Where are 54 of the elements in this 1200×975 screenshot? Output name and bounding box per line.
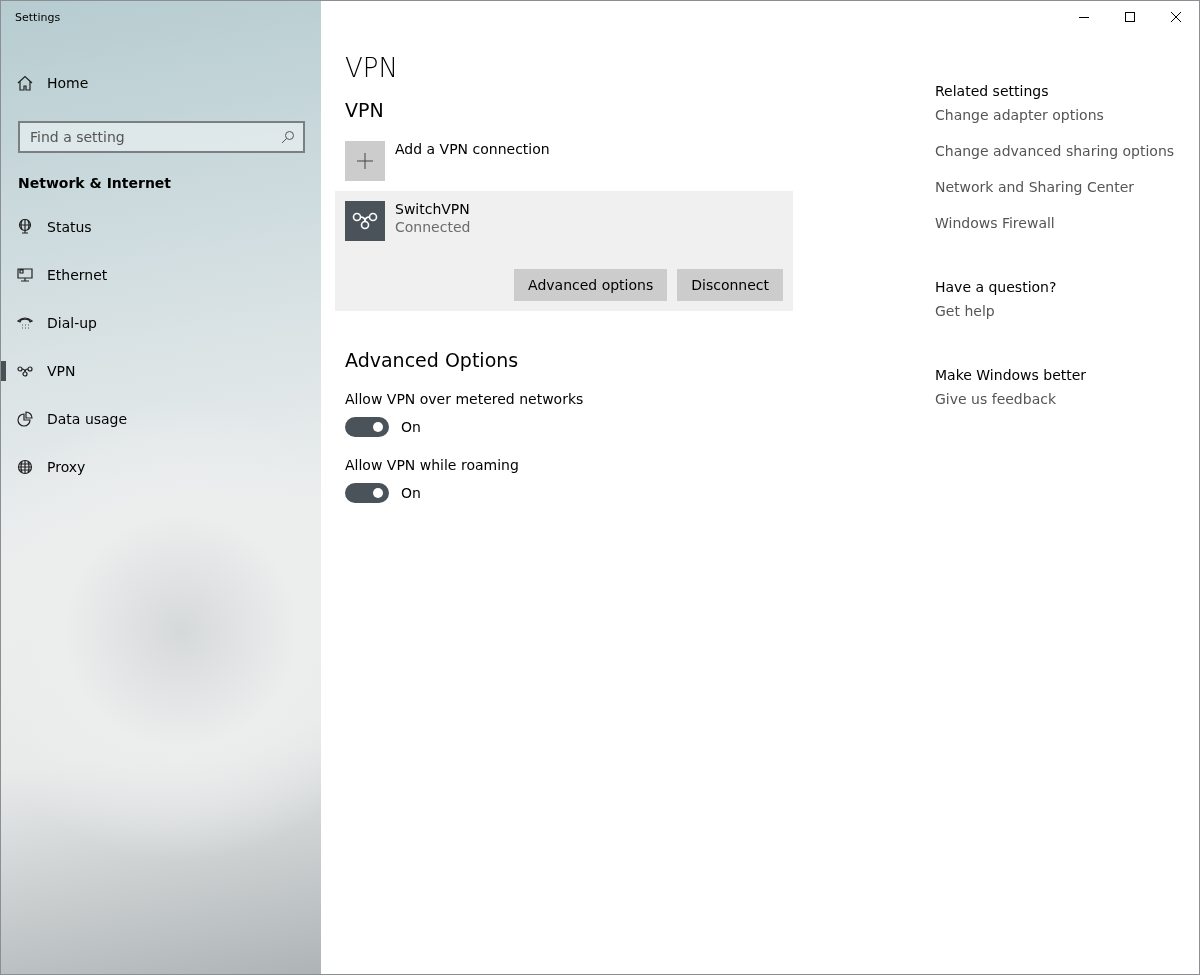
home-icon bbox=[17, 75, 33, 91]
related-link[interactable]: Windows Firewall bbox=[935, 215, 1195, 231]
nav-item[interactable]: Ethernet bbox=[1, 251, 321, 299]
vpn-icon bbox=[17, 363, 33, 379]
toggle-state: On bbox=[401, 485, 421, 501]
search-field[interactable]: Find a setting bbox=[18, 121, 305, 153]
home-label: Home bbox=[47, 75, 89, 91]
toggle-state: On bbox=[401, 419, 421, 435]
toggle-label: Allow VPN over metered networks bbox=[345, 391, 585, 407]
nav-label: Proxy bbox=[47, 459, 86, 475]
related-heading: Related settings bbox=[935, 83, 1050, 99]
toggle-switch[interactable] bbox=[345, 483, 389, 503]
globe-icon bbox=[17, 459, 33, 475]
nav-item[interactable]: Data usage bbox=[1, 395, 321, 443]
section-heading: VPN bbox=[345, 99, 385, 121]
ethernet-icon bbox=[17, 267, 33, 283]
add-vpn-label[interactable]: Add a VPN connection bbox=[395, 141, 550, 157]
globe-monitor-icon bbox=[17, 219, 33, 235]
page-title: VPN bbox=[345, 53, 399, 83]
pie-chart-icon bbox=[17, 411, 33, 427]
related-link[interactable]: Network and Sharing Center bbox=[935, 179, 1195, 195]
nav-label: VPN bbox=[47, 363, 76, 379]
related-link[interactable]: Change advanced sharing options bbox=[935, 143, 1195, 159]
home-nav-item[interactable]: Home bbox=[1, 59, 321, 107]
vpn-connection-card[interactable]: SwitchVPN Connected Advanced options Disconnect bbox=[335, 191, 793, 311]
plus-icon bbox=[356, 152, 374, 170]
section-heading: Advanced Options bbox=[345, 349, 520, 371]
search-icon bbox=[281, 130, 295, 144]
nav-label: Ethernet bbox=[47, 267, 108, 283]
window-title: Settings bbox=[14, 10, 62, 26]
related-link[interactable]: Get help bbox=[935, 303, 1195, 319]
toggle-switch[interactable] bbox=[345, 417, 389, 437]
nav-item[interactable]: VPN bbox=[1, 347, 321, 395]
related-link[interactable]: Give us feedback bbox=[935, 391, 1195, 407]
phone-icon bbox=[17, 315, 33, 331]
nav-item[interactable]: Proxy bbox=[1, 443, 321, 491]
nav-label: Data usage bbox=[47, 411, 128, 427]
nav-item[interactable]: Dial-up bbox=[1, 299, 321, 347]
nav-label: Dial-up bbox=[47, 315, 97, 331]
nav-item[interactable]: Status bbox=[1, 203, 321, 251]
nav-label: Status bbox=[47, 219, 92, 235]
sidebar-heading: Network & Internet bbox=[17, 174, 173, 193]
related-heading: Make Windows better bbox=[935, 367, 1088, 383]
close-icon bbox=[1170, 11, 1182, 23]
related-heading: Have a question? bbox=[935, 279, 1058, 295]
related-link[interactable]: Change adapter options bbox=[935, 107, 1195, 123]
connection-button[interactable]: Advanced options bbox=[514, 269, 668, 301]
maximize-icon bbox=[1124, 11, 1136, 23]
toggle-label: Allow VPN while roaming bbox=[345, 457, 520, 473]
vpn-logo-icon bbox=[352, 211, 378, 231]
connection-status: Connected bbox=[395, 219, 471, 235]
connection-button[interactable]: Disconnect bbox=[677, 269, 783, 301]
connection-name: SwitchVPN bbox=[395, 201, 471, 217]
add-vpn-tile[interactable] bbox=[345, 141, 385, 181]
